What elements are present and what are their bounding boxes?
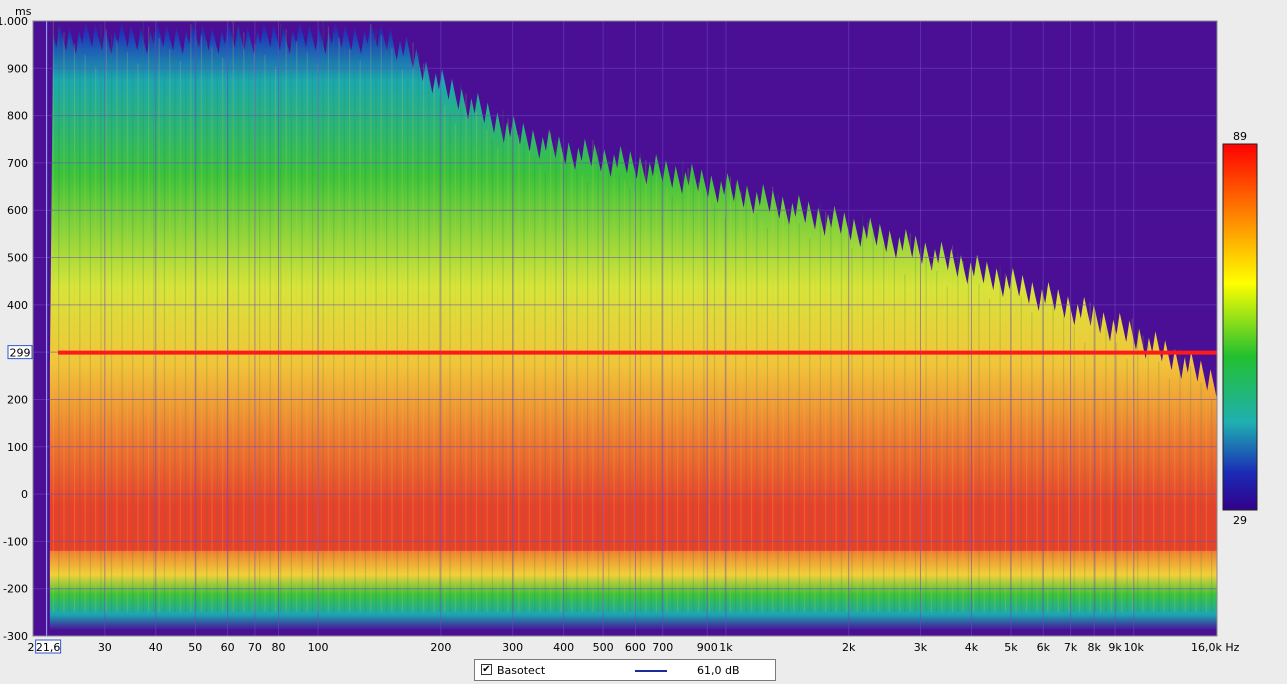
x-tick-label: 50 bbox=[188, 641, 202, 654]
legend: ✔ Basotect 61,0 dB bbox=[474, 659, 776, 681]
x-tick-label: 5k bbox=[1004, 641, 1018, 654]
x-tick-label: 1k bbox=[719, 641, 733, 654]
x-tick-label: 200 bbox=[430, 641, 451, 654]
x-tick-label: 400 bbox=[553, 641, 574, 654]
x-tick-label: 100 bbox=[308, 641, 329, 654]
x-tick-label: 900 bbox=[697, 641, 718, 654]
x-tick-label: 40 bbox=[149, 641, 163, 654]
x-tick-label: 30 bbox=[98, 641, 112, 654]
x-tick-label: 2k bbox=[842, 641, 856, 654]
x-tick-label: 600 bbox=[625, 641, 646, 654]
x-tick-label: 3k bbox=[914, 641, 928, 654]
cursor-y-label: 299 bbox=[10, 347, 31, 360]
x-tick-label: 4k bbox=[965, 641, 979, 654]
y-tick-label: 700 bbox=[7, 157, 28, 170]
x-tick-label: 500 bbox=[593, 641, 614, 654]
x-tick-label: 10k bbox=[1124, 641, 1145, 654]
y-axis-unit: ms bbox=[15, 5, 32, 18]
y-tick-label: 500 bbox=[7, 252, 28, 265]
x-tick-label: 6k bbox=[1037, 641, 1051, 654]
x-tick-label: 70 bbox=[248, 641, 262, 654]
x-tick-label: 9k bbox=[1108, 641, 1122, 654]
x-tick-label: 300 bbox=[502, 641, 523, 654]
x-tick-label: 2 bbox=[28, 641, 35, 654]
x-tick-label: 8k bbox=[1088, 641, 1102, 654]
y-tick-label: 800 bbox=[7, 110, 28, 123]
x-tick-label: 80 bbox=[272, 641, 286, 654]
legend-series-line bbox=[635, 670, 667, 672]
y-tick-label: 0 bbox=[21, 488, 28, 501]
legend-checkbox[interactable]: ✔ bbox=[481, 664, 492, 675]
spectrogram-chart: 1.0009008007006005004002001000-100-200-3… bbox=[0, 5, 1258, 654]
y-tick-label: -100 bbox=[3, 535, 28, 548]
legend-level: 61,0 dB bbox=[697, 664, 740, 677]
y-tick-label: 400 bbox=[7, 299, 28, 312]
y-tick-label: 600 bbox=[7, 204, 28, 217]
y-tick-label: 900 bbox=[7, 62, 28, 75]
cursor-x-label: 21,6 bbox=[36, 641, 61, 654]
legend-series-name: Basotect bbox=[497, 664, 546, 677]
y-tick-label: 200 bbox=[7, 393, 28, 406]
x-tick-label: 7k bbox=[1064, 641, 1078, 654]
colorbar-min-label: 29 bbox=[1233, 514, 1247, 527]
y-tick-label: -200 bbox=[3, 583, 28, 596]
y-tick-label: -300 bbox=[3, 630, 28, 643]
x-tick-label: 16,0k Hz bbox=[1191, 641, 1240, 654]
colorbar-max-label: 89 bbox=[1233, 130, 1247, 143]
y-tick-label: 100 bbox=[7, 441, 28, 454]
colorbar bbox=[1222, 143, 1258, 511]
x-tick-label: 700 bbox=[652, 641, 673, 654]
x-tick-label: 60 bbox=[221, 641, 235, 654]
